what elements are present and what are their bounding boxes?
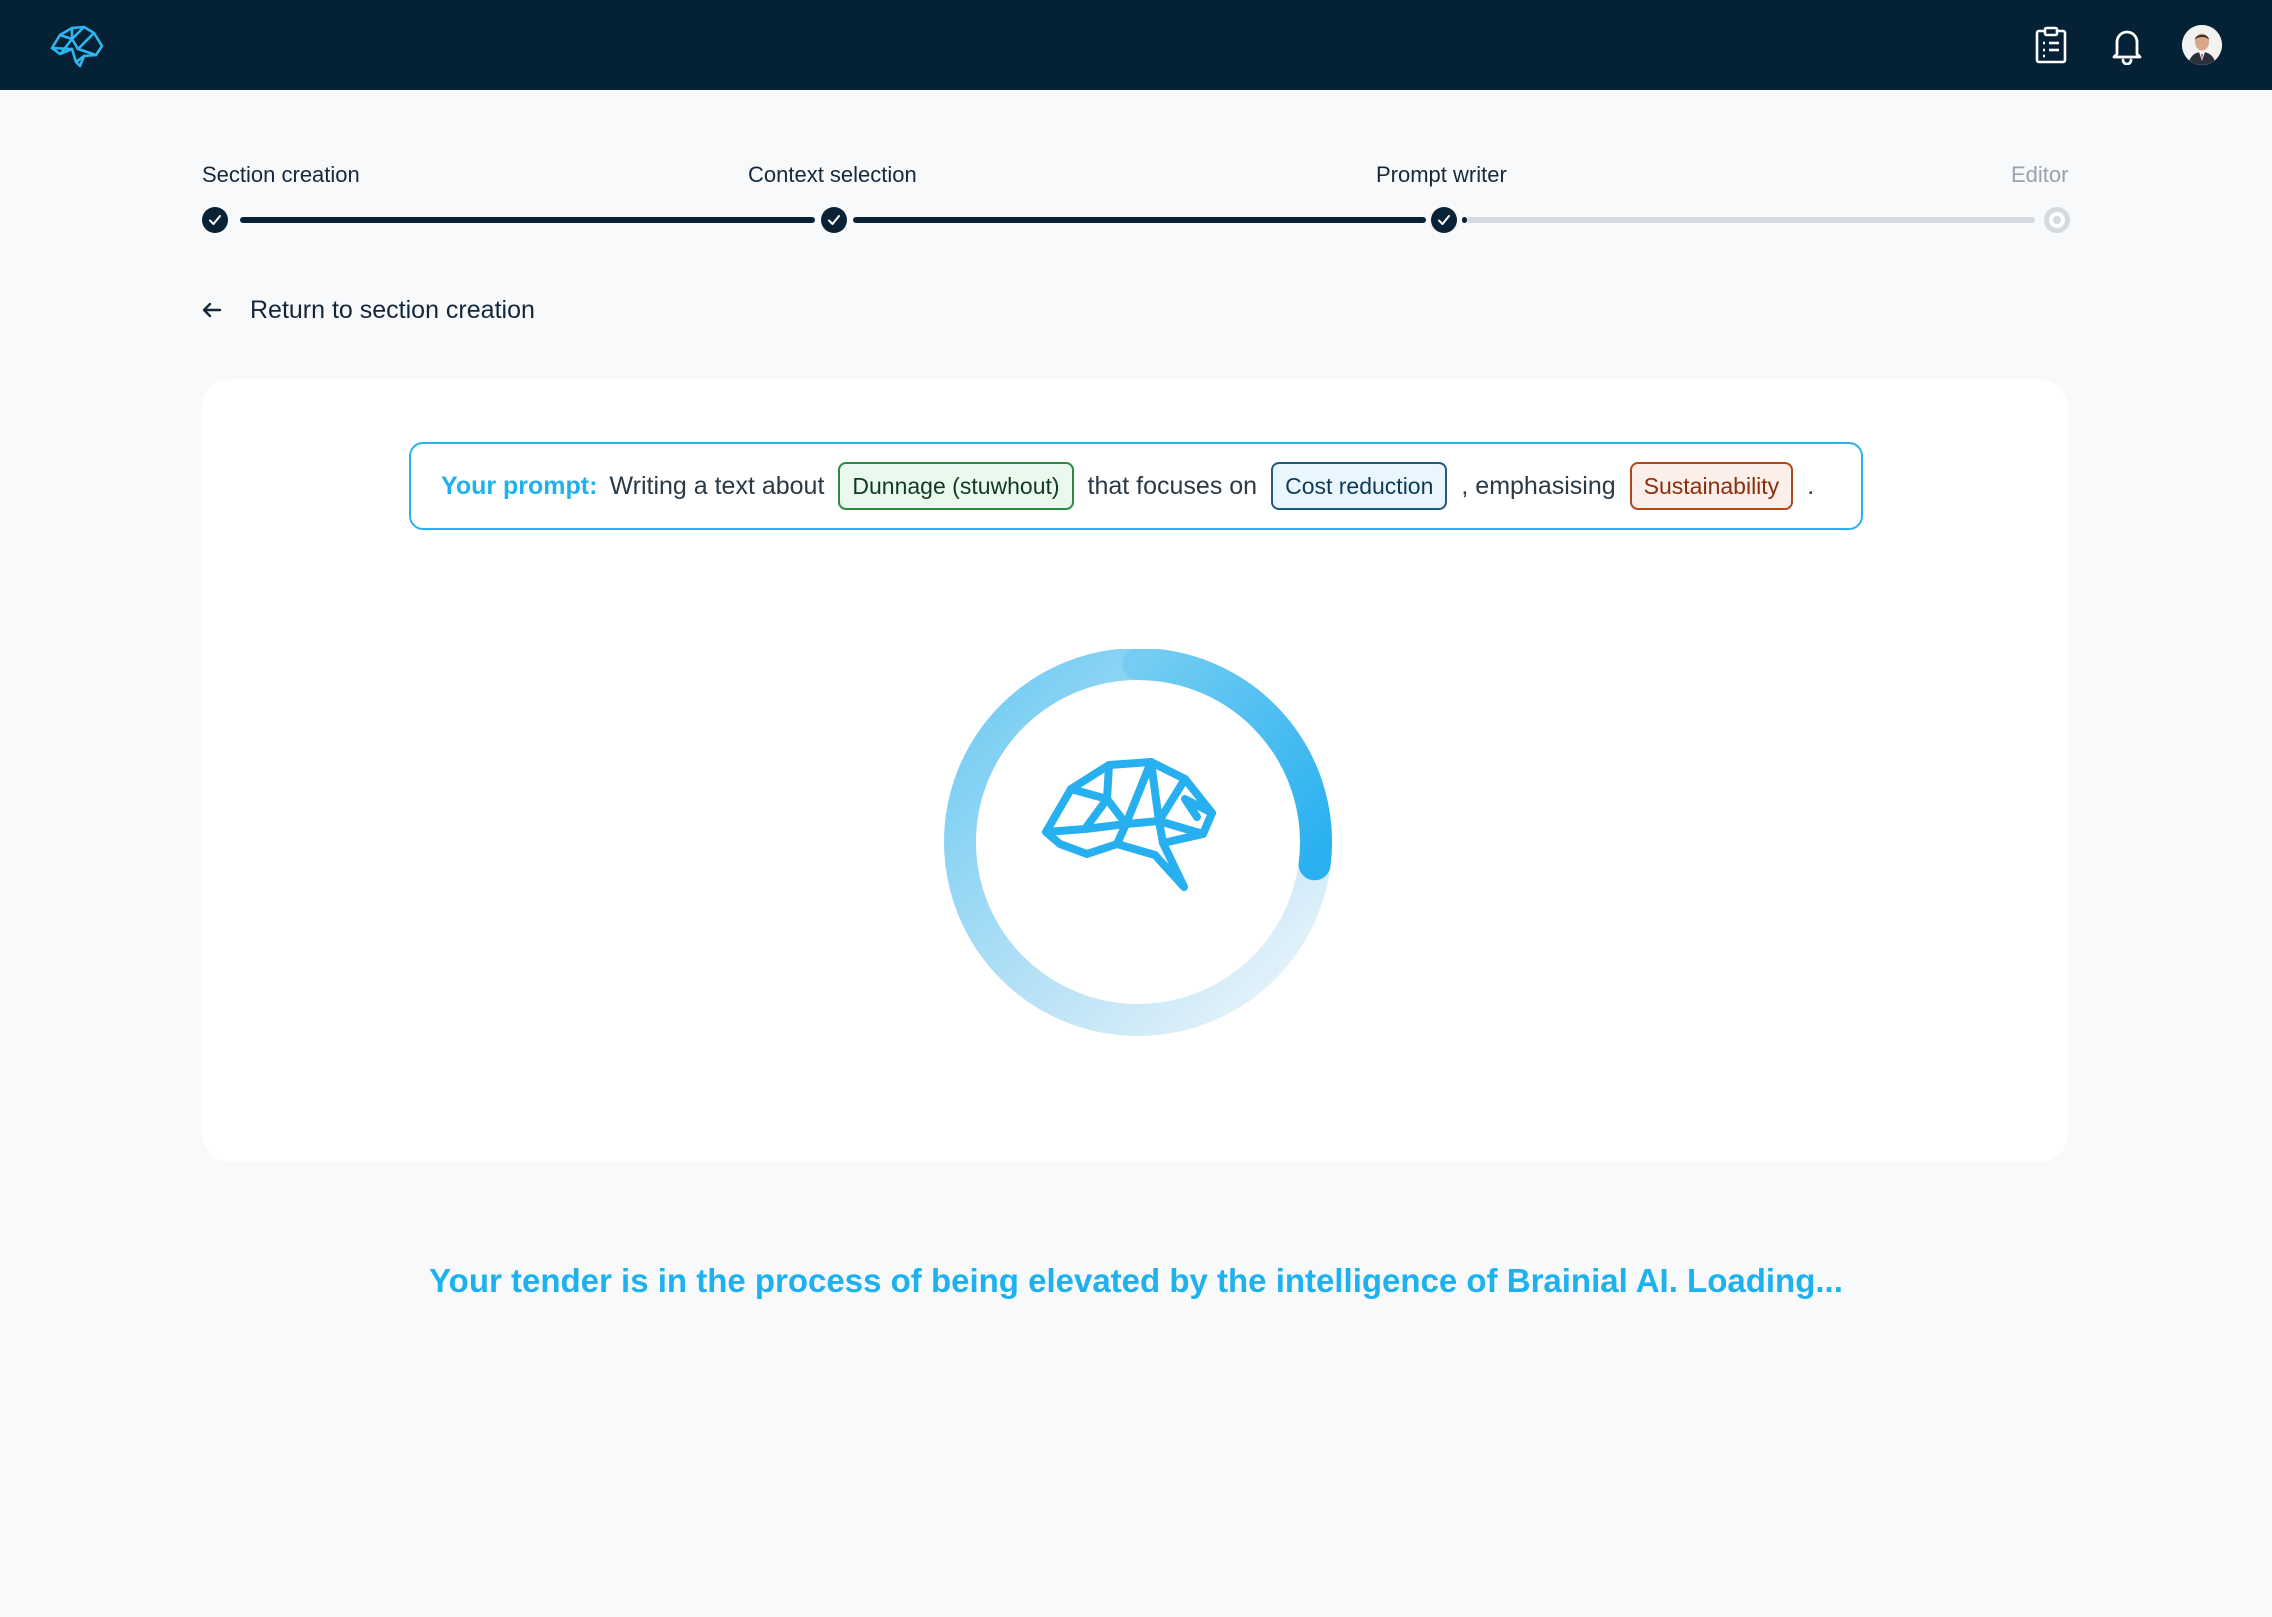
loading-status-message: Your tender is in the process of being e…	[429, 1262, 1843, 1299]
emphasis-chip[interactable]: Sustainability	[1629, 462, 1794, 510]
step-label-editor: Editor	[2011, 162, 2069, 187]
bell-icon	[2112, 30, 2142, 65]
return-to-section-creation-link[interactable]: Return to section creation	[200, 292, 535, 328]
loading-spinner	[944, 649, 1332, 1036]
step-complete-check-icon[interactable]	[202, 207, 228, 233]
step-label-context-selection[interactable]: Context selection	[748, 162, 917, 188]
step-complete-check-icon[interactable]	[1431, 207, 1457, 233]
clipboard-button[interactable]	[2030, 24, 2072, 66]
step-complete-check-icon[interactable]	[821, 207, 847, 233]
prompt-summary: Your prompt: Writing a text about Dunnag…	[409, 442, 1863, 530]
clipboard-icon	[2035, 26, 2067, 64]
step-connector-2	[853, 217, 1426, 223]
user-portrait-icon	[2182, 25, 2222, 65]
focus-chip[interactable]: Cost reduction	[1271, 462, 1448, 510]
notifications-button[interactable]	[2106, 24, 2148, 66]
prompt-text-3: , emphasising	[1461, 471, 1616, 500]
brain-icon	[1042, 758, 1216, 891]
step-connector-3	[1467, 217, 2035, 223]
back-link-label: Return to section creation	[250, 295, 535, 324]
prompt-text-2: that focuses on	[1087, 471, 1258, 500]
step-connector-1	[240, 217, 815, 223]
step-pending-icon	[2044, 207, 2070, 233]
prompt-text-1: Writing a text about	[609, 471, 825, 500]
brain-logo-icon[interactable]	[48, 22, 106, 68]
generation-card: Your prompt: Writing a text about Dunnag…	[202, 379, 2068, 1162]
top-navigation-bar	[0, 0, 2272, 90]
prompt-end: .	[1807, 471, 1815, 500]
step-label-prompt-writer[interactable]: Prompt writer	[1376, 162, 1507, 188]
user-avatar[interactable]	[2182, 25, 2222, 65]
arrow-left-icon	[202, 302, 222, 318]
prompt-label: Your prompt:	[441, 471, 598, 500]
topic-chip[interactable]: Dunnage (stuwhout)	[838, 462, 1074, 510]
step-label-section-creation[interactable]: Section creation	[202, 162, 360, 188]
